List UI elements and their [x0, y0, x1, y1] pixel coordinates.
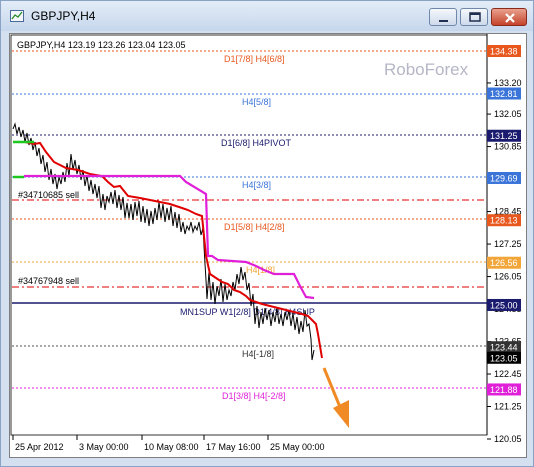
maximize-button[interactable]	[460, 8, 488, 26]
level-label-d1-5-8: D1[5/8] H4[2/8]	[224, 222, 285, 232]
level-label-pivot: D1[6/8] H4PIVOT	[221, 138, 292, 148]
price-tag-label: 129.69	[490, 173, 518, 183]
level-label-h4-5-8: H4[5/8]	[242, 97, 271, 107]
title-bar[interactable]: GBPJPY,H4	[1, 1, 533, 31]
price-tick-label: 133.20	[494, 78, 522, 88]
price-tag-label: 121.88	[490, 385, 518, 395]
order-label-1: #34710685 sell	[18, 190, 79, 200]
time-tick-label: 17 May 16:00	[206, 442, 261, 452]
time-tick-label: 10 May 08:00	[144, 442, 199, 452]
price-tick-label: 132.05	[494, 109, 522, 119]
chart-header-text: GBPJPY,H4 123.19 123.26 123.04 123.05	[17, 40, 185, 50]
price-tags: 134.38 132.81 131.25 129.69 128.13 126.56 125.…	[487, 45, 521, 396]
price-tick-label: 130.85	[494, 142, 522, 152]
watermark-text: RoboForex	[384, 60, 469, 79]
restore-icon	[469, 12, 481, 22]
time-tick-label: 25 Apr 2012	[15, 442, 64, 452]
minimize-icon	[439, 20, 448, 22]
price-chart[interactable]: GBPJPY,H4 123.19 123.26 123.04 123.05 Ro…	[10, 34, 526, 457]
minimize-button[interactable]	[429, 8, 457, 26]
price-tick-label: 120.05	[494, 434, 522, 444]
price-tag-label: 131.25	[490, 131, 518, 141]
time-tick-label: 25 May 00:00	[270, 442, 325, 452]
level-label-d1-7-8: D1[7/8] H4[6/8]	[224, 54, 285, 64]
time-axis: 25 Apr 2012 3 May 00:00 10 May 08:00 17 May…	[12, 435, 325, 452]
close-button[interactable]	[491, 8, 527, 26]
price-tick-label: 126.05	[494, 272, 522, 282]
level-label-d1-3-8: D1[3/8] H4[-2/8]	[222, 391, 286, 401]
price-tag-label: 123.05	[490, 353, 518, 363]
price-tag-label: 134.38	[490, 47, 518, 57]
price-tag-label: 128.13	[490, 216, 518, 226]
plot-frame	[10, 34, 488, 436]
price-tick-label: 122.45	[494, 369, 522, 379]
chart-area[interactable]: GBPJPY,H4 123.19 123.26 123.04 123.05 Ro…	[9, 33, 527, 458]
window-title: GBPJPY,H4	[31, 9, 96, 23]
order-label-2: #34767948 sell	[18, 276, 79, 286]
time-tick-label: 3 May 00:00	[79, 442, 129, 452]
price-tag-label: 125.00	[490, 300, 518, 310]
price-tag-label: 123.44	[490, 343, 518, 353]
price-tick-label: 121.25	[494, 402, 522, 412]
chart-window: GBPJPY,H4 GBPJPY,H4 123.19 123.26 123.04…	[0, 0, 534, 467]
chart-app-icon	[10, 10, 24, 22]
price-tag-label: 126.56	[490, 258, 518, 268]
price-tick-label: 127.25	[494, 239, 522, 249]
price-tag-label: 132.81	[490, 89, 518, 99]
level-label-h4-3-8: H4[3/8]	[242, 180, 271, 190]
close-icon	[505, 13, 515, 23]
level-label-h4-minus-1-8: H4[-1/8]	[242, 349, 274, 359]
